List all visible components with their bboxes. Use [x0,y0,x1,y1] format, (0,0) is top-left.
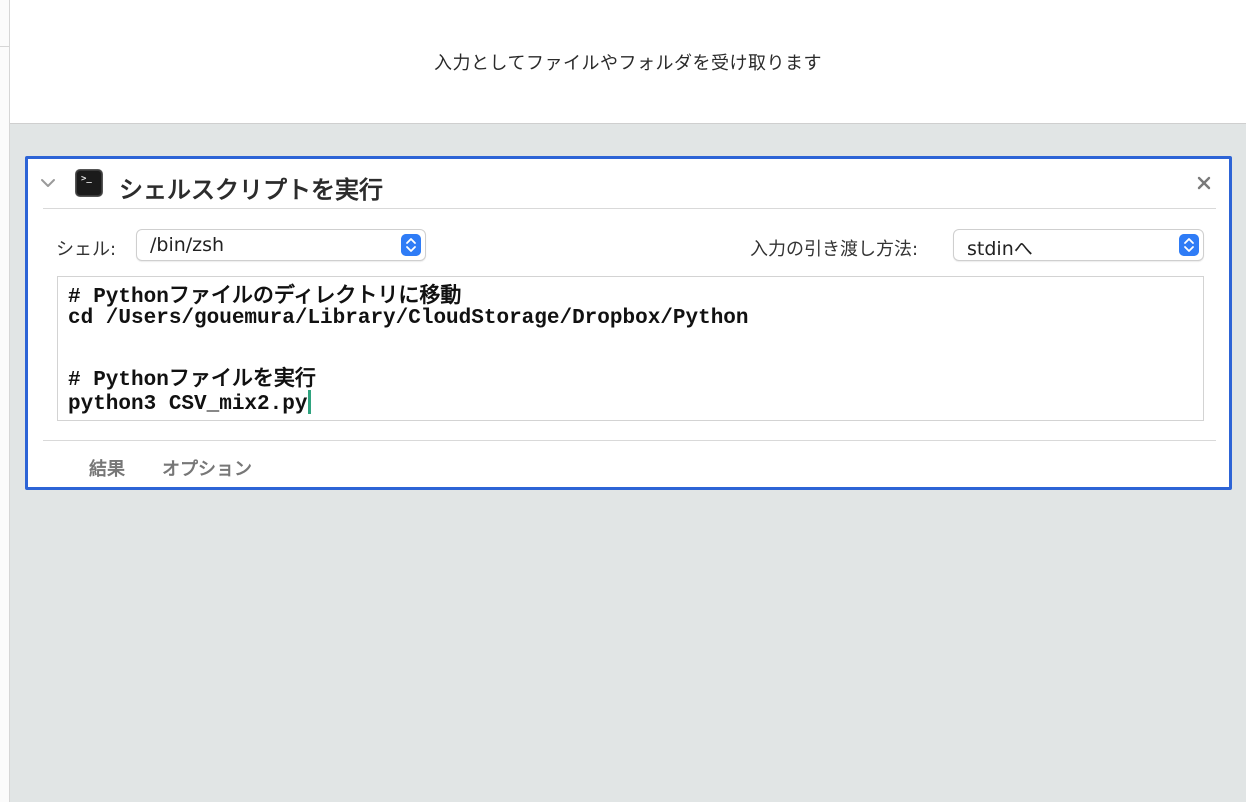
script-editor[interactable]: # Pythonファイルのディレクトリに移動 cd /Users/gouemur… [57,276,1204,421]
left-panel-divider [0,46,10,47]
shell-label: シェル: [56,239,117,260]
run-shell-script-action[interactable]: >_ シェルスクリプトを実行 シェル: /bin/zsh 入力の引き渡し方法: … [25,156,1232,490]
left-panel-edge [0,0,10,802]
script-line-4: # Pythonファイルを実行 [68,369,316,392]
action-header: >_ シェルスクリプトを実行 [28,159,1229,209]
results-tab[interactable]: 結果 [89,455,125,481]
script-line-2: cd /Users/gouemura/Library/CloudStorage/… [68,307,749,330]
up-down-chevron-icon [1179,234,1199,256]
shell-select-value: /bin/zsh [150,234,225,256]
script-line-5: python3 CSV_mix2.py [68,390,312,416]
header-divider [43,208,1216,209]
workflow-header: 入力としてファイルやフォルダを受け取ります [10,0,1246,124]
script-line-5-text: python3 CSV_mix2.py [68,393,308,416]
action-title: シェルスクリプトを実行 [119,176,383,204]
shell-select[interactable]: /bin/zsh [136,229,426,261]
options-tab[interactable]: オプション [162,455,252,481]
pass-input-select[interactable]: stdinへ [953,229,1204,261]
automator-window: 入力としてファイルやフォルダを受け取ります >_ シェルスクリプトを実行 シェル… [0,0,1246,802]
pass-input-select-value: stdinへ [967,238,1033,260]
pass-input-label: 入力の引き渡し方法: [750,239,919,260]
chevron-down-icon[interactable] [40,175,56,191]
text-caret [308,390,312,414]
terminal-icon: >_ [75,169,103,197]
footer-divider [43,440,1216,441]
close-icon[interactable] [1194,173,1214,193]
up-down-chevron-icon [401,234,421,256]
workflow-input-description: 入力としてファイルやフォルダを受け取ります [434,53,822,74]
script-line-1: # Pythonファイルのディレクトリに移動 [68,286,462,309]
